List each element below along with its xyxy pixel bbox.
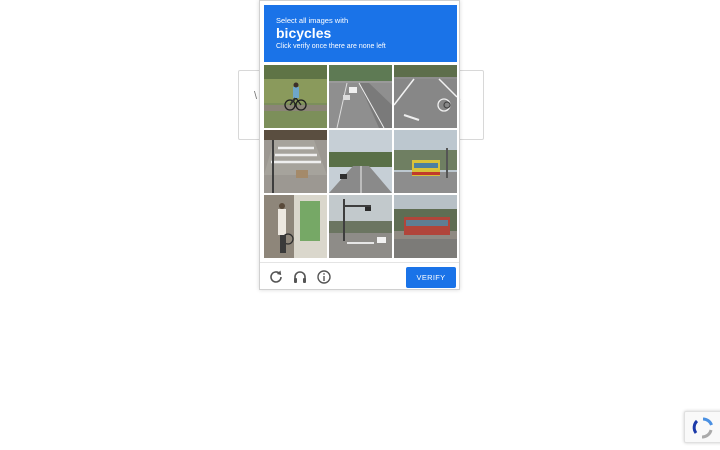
image-tile-2[interactable]	[329, 65, 392, 128]
image-tile-9[interactable]	[394, 195, 457, 258]
bus-passing-image	[394, 195, 457, 258]
recaptcha-logo-icon	[692, 417, 713, 439]
background-text-fragment: \	[254, 90, 258, 102]
instruction-keyword: bicycles	[276, 25, 332, 41]
intersection-image	[329, 195, 392, 258]
image-tile-4[interactable]	[264, 130, 327, 193]
image-grid	[264, 65, 457, 258]
image-tile-7[interactable]	[264, 195, 327, 258]
cyclist-image	[264, 65, 327, 128]
challenge-footer: VERIFY	[260, 262, 459, 291]
info-icon[interactable]	[316, 269, 332, 285]
bus-street-image	[394, 130, 457, 193]
person-building-image	[264, 195, 327, 258]
headphones-icon[interactable]	[292, 269, 308, 285]
image-tile-3[interactable]	[394, 65, 457, 128]
image-tile-1[interactable]	[264, 65, 327, 128]
rural-road-image	[329, 130, 392, 193]
instruction-suffix: Click verify once there are none left	[276, 43, 386, 50]
image-tile-6[interactable]	[394, 130, 457, 193]
recaptcha-badge[interactable]	[684, 411, 720, 443]
highway-image	[329, 65, 392, 128]
verify-button[interactable]: VERIFY	[406, 267, 456, 288]
image-tile-5[interactable]	[329, 130, 392, 193]
instruction-prefix: Select all images with	[276, 16, 349, 25]
image-tile-8[interactable]	[329, 195, 392, 258]
captcha-challenge-dialog: Select all images with bicycles Click ve…	[259, 0, 460, 290]
crosswalk-image	[264, 130, 327, 193]
bike-lane-image	[394, 65, 457, 128]
reload-icon[interactable]	[268, 269, 284, 285]
challenge-header: Select all images with bicycles Click ve…	[264, 5, 457, 62]
